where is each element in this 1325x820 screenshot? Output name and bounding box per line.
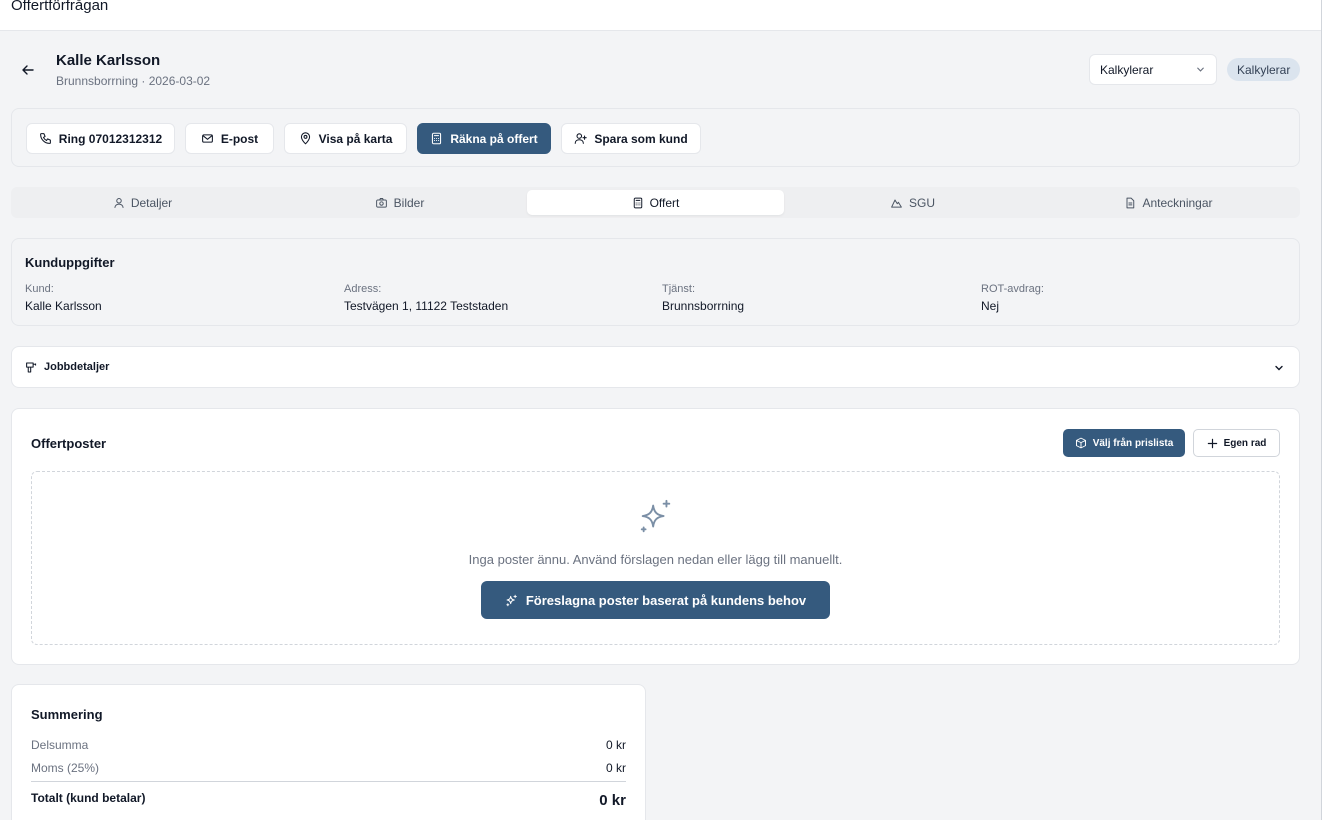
quote-items-card: Offertposter Välj från prislista Egen ra… (11, 408, 1300, 665)
email-button-label: E-post (220, 131, 259, 146)
job-details-title: Jobbdetaljer (44, 361, 110, 373)
status-badge: Kalkylerar (1227, 58, 1301, 81)
rot-value: Nej (981, 299, 1000, 313)
customer-name: Kalle Karlsson (56, 52, 161, 69)
subtotal-value: 0 kr (605, 738, 626, 752)
tab-images-label: Bilder (393, 195, 425, 210)
customer-subtitle: Brunnsborrning · 2026-03-02 (56, 74, 211, 88)
package-icon (1075, 437, 1086, 449)
pricelist-button-label: Välj från prislista (1092, 437, 1174, 449)
top-bar: Offertförfrågan (0, 0, 1325, 31)
mountain-icon (891, 199, 902, 208)
tab-quote[interactable]: Offert (527, 190, 784, 215)
pricelist-button[interactable]: Välj från prislista (1063, 429, 1185, 457)
user-icon (114, 197, 124, 208)
tab-notes[interactable]: Anteckningar (1040, 190, 1297, 215)
summary-title: Summering (31, 707, 103, 722)
tab-images[interactable]: Bilder (271, 190, 528, 215)
calculate-quote-button[interactable]: Räkna på offert (417, 123, 551, 154)
address-label: Adress: (344, 283, 382, 295)
status-select-value: Kalkylerar (1100, 62, 1154, 77)
sparkles-icon (506, 594, 517, 606)
save-as-customer-button-label: Spara som kund (594, 131, 688, 146)
drill-icon (26, 362, 37, 373)
suggested-items-button-label: Föreslagna poster baserat på kundens beh… (525, 592, 807, 608)
mail-icon (201, 134, 213, 143)
phone-icon (39, 133, 51, 144)
call-button[interactable]: Ring 07012312312 (26, 123, 175, 154)
back-button[interactable] (18, 60, 38, 80)
plus-icon (1207, 438, 1217, 448)
action-bar: Ring 07012312312 E-post Visa på karta Rä… (11, 108, 1300, 167)
service-value: Brunnsborrning (662, 299, 745, 313)
page-title: Offertförfrågan (11, 0, 109, 14)
job-details-toggle[interactable]: Jobbdetaljer (11, 346, 1300, 388)
total-value: 0 kr (599, 792, 626, 809)
service-label: Tjänst: (662, 283, 696, 295)
address-value: Testvägen 1, 11122 Teststaden (344, 299, 509, 313)
status-select[interactable]: Kalkylerar (1089, 54, 1217, 85)
subtotal-label: Delsumma (31, 738, 89, 752)
empty-state: Inga poster ännu. Använd förslagen nedan… (31, 471, 1280, 645)
custom-row-button-label: Egen rad (1223, 437, 1267, 449)
scrollbar[interactable] (1321, 0, 1325, 820)
tab-quote-label: Offert (649, 195, 680, 210)
chevron-down-icon (1197, 67, 1204, 72)
show-map-button[interactable]: Visa på karta (284, 123, 407, 154)
arrow-left-icon (22, 65, 34, 75)
tab-sgu-label: SGU (908, 195, 935, 210)
sparkles-icon (640, 499, 671, 533)
tab-details-label: Detaljer (130, 195, 173, 210)
quote-items-title: Offertposter (31, 436, 107, 451)
vat-value: 0 kr (605, 761, 626, 775)
rot-label: ROT-avdrag: (981, 283, 1044, 295)
customer-value: Kalle Karlsson (25, 299, 102, 313)
camera-icon (375, 197, 387, 208)
chevron-down-icon (1275, 365, 1283, 371)
summary-divider (31, 781, 626, 782)
customer-label: Kund: (25, 283, 54, 295)
vat-label: Moms (25%) (31, 761, 100, 775)
document-icon (1126, 197, 1135, 208)
tab-bar: Detaljer Bilder Offert SGU Anteckningar (11, 187, 1300, 218)
tab-sgu[interactable]: SGU (784, 190, 1041, 215)
customer-info-card: Kunduppgifter Kund: Kalle Karlsson Adres… (11, 238, 1300, 326)
user-plus-icon (575, 133, 588, 144)
calculator-icon (432, 132, 442, 145)
show-map-button-label: Visa på karta (318, 131, 393, 146)
email-button[interactable]: E-post (185, 123, 274, 154)
call-button-label: Ring 07012312312 (58, 131, 163, 146)
tab-details[interactable]: Detaljer (14, 190, 271, 215)
map-pin-icon (300, 132, 310, 145)
calculator-icon (633, 197, 642, 208)
save-as-customer-button[interactable]: Spara som kund (561, 123, 701, 154)
tab-notes-label: Anteckningar (1142, 195, 1213, 210)
empty-state-text: Inga poster ännu. Använd förslagen nedan… (468, 552, 843, 567)
suggested-items-button[interactable]: Föreslagna poster baserat på kundens beh… (481, 581, 830, 619)
total-label: Totalt (kund betalar) (31, 791, 146, 805)
custom-row-button[interactable]: Egen rad (1193, 429, 1280, 457)
summary-card: Summering Delsumma 0 kr Moms (25%) 0 kr … (11, 684, 646, 820)
customer-info-title: Kunduppgifter (25, 255, 115, 270)
calculate-quote-button-label: Räkna på offert (450, 131, 538, 146)
